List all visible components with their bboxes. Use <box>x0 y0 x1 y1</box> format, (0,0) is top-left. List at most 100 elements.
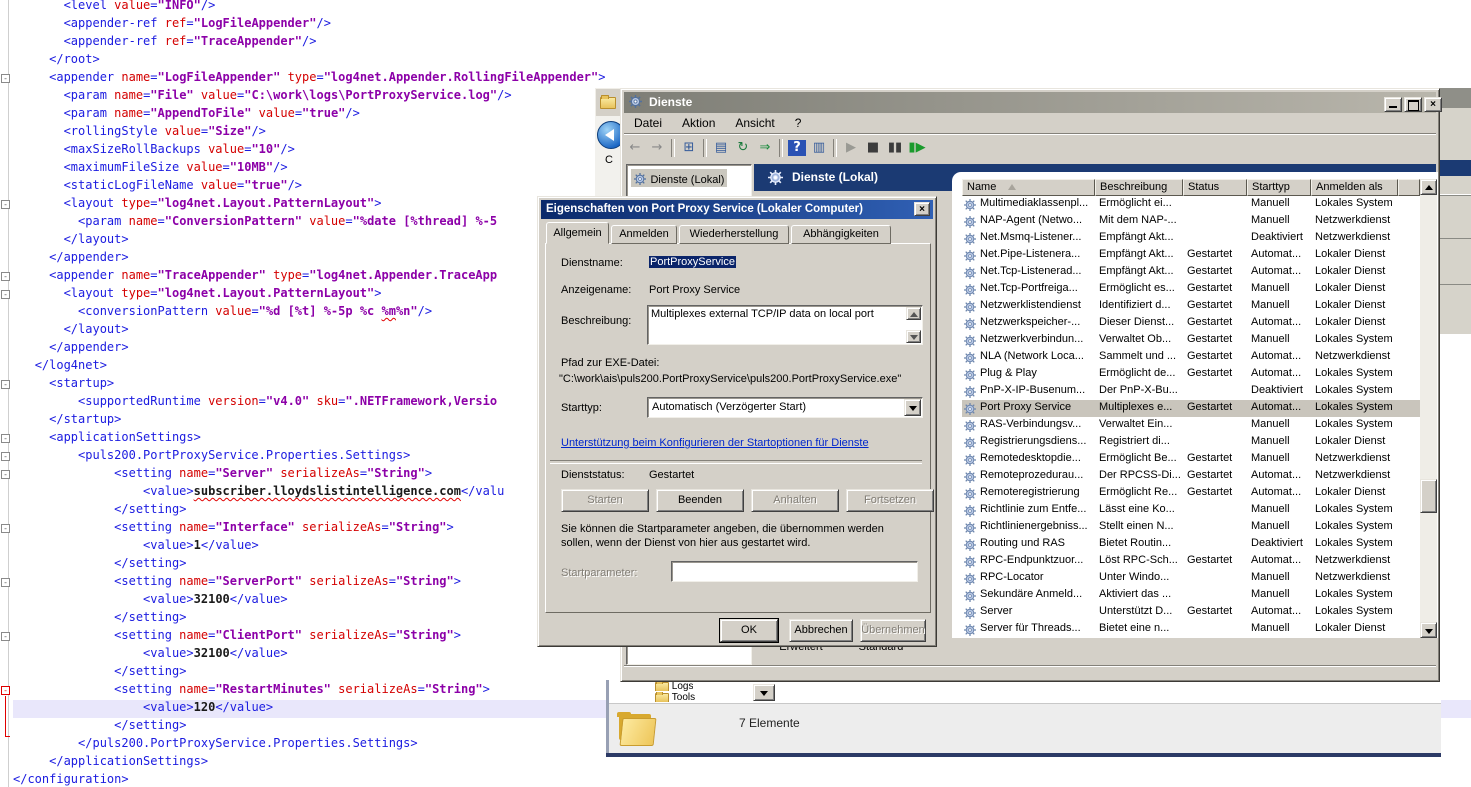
cell: Netzwerkverbindun... <box>980 333 1095 345</box>
stop-service-icon[interactable]: ■ <box>862 138 884 158</box>
scroll-thumb[interactable] <box>1420 479 1437 513</box>
column-header-status[interactable]: Status <box>1183 179 1247 196</box>
menu-ansicht[interactable]: Ansicht <box>725 113 784 133</box>
beenden-button[interactable]: Beenden <box>656 489 744 512</box>
service-row-plug-play[interactable]: Plug & PlayErmöglicht de...GestartetAuto… <box>962 366 1420 383</box>
cell: Multiplexes e... <box>1099 401 1183 413</box>
fold-toggle[interactable]: - <box>1 452 10 461</box>
services-titlebar[interactable]: Dienste × <box>624 92 1436 113</box>
fold-toggle[interactable]: - <box>1 434 10 443</box>
service-row-net-tcp-portfreiga[interactable]: Net.Tcp-Portfreiga...Ermöglicht es...Ges… <box>962 281 1420 298</box>
column-header-beschreibung[interactable]: Beschreibung <box>1095 179 1183 196</box>
dialog-tab-anmelden[interactable]: Anmelden <box>611 225 677 244</box>
fold-toggle-changed[interactable]: - <box>1 686 10 695</box>
service-row-remotedesktopdie[interactable]: Remotedesktopdie...Ermöglicht Be...Gesta… <box>962 451 1420 468</box>
gear-icon <box>964 369 976 381</box>
service-row-sekund-re-anmeld[interactable]: Sekundäre Anmeld...Aktiviert das ...Manu… <box>962 587 1420 604</box>
close-button[interactable]: × <box>1424 97 1442 112</box>
dialog-close-button[interactable]: × <box>914 202 930 216</box>
service-row-richtlinienergebniss[interactable]: Richtlinienergebniss...Stellt einen N...… <box>962 519 1420 536</box>
fold-toggle[interactable]: - <box>1 74 10 83</box>
pause-service-icon[interactable]: ▮▮ <box>884 138 906 158</box>
service-row-server[interactable]: ServerUnterstützt D...GestartetAutomat..… <box>962 604 1420 621</box>
column-header-anmelden-als[interactable]: Anmelden als <box>1311 179 1398 196</box>
fold-toggle[interactable]: - <box>1 470 10 479</box>
service-row-richtlinie-zum-entfe[interactable]: Richtlinie zum Entfe...Lässt eine Ko...M… <box>962 502 1420 519</box>
dialog-tab-abhängigkeiten[interactable]: Abhängigkeiten <box>791 225 891 244</box>
description-scroll-up[interactable] <box>906 307 921 320</box>
cell: Empfängt Akt... <box>1099 265 1183 277</box>
service-row-rpc-endpunktzuor[interactable]: RPC-Endpunktzuor...Löst RPC-Sch...Gestar… <box>962 553 1420 570</box>
abbrechen-button[interactable]: Abbrechen <box>789 619 853 642</box>
forward-icon[interactable]: → <box>646 138 668 158</box>
show-console-tree-icon[interactable]: ⊞ <box>678 138 700 158</box>
status-strip <box>624 665 1436 679</box>
description-scroll-down[interactable] <box>906 330 921 343</box>
service-row-net-tcp-listenerad[interactable]: Net.Tcp-Listenerad...Empfängt Akt...Gest… <box>962 264 1420 281</box>
ok-button[interactable]: OK <box>720 619 778 642</box>
service-row-server-f-r-threads[interactable]: Server für Threads...Bietet eine n...Man… <box>962 621 1420 638</box>
combo-dropdown-button[interactable] <box>753 684 775 701</box>
scroll-down-button[interactable] <box>1420 622 1437 638</box>
service-row-rpc-locator[interactable]: RPC-LocatorUnter Windo...ManuellNetzwerk… <box>962 570 1420 587</box>
file-list-row[interactable]: Tools <box>655 692 695 702</box>
fold-toggle[interactable]: - <box>1 200 10 209</box>
cell: Gestartet <box>1187 282 1247 294</box>
extended-view-icon[interactable]: ▥ <box>808 138 830 158</box>
service-row-netzwerkspeicher[interactable]: Netzwerkspeicher-...Dieser Dienst...Gest… <box>962 315 1420 332</box>
menu-aktion[interactable]: Aktion <box>672 113 725 133</box>
service-row-routing-und-ras[interactable]: Routing und RASBietet Routin...Deaktivie… <box>962 536 1420 553</box>
service-row-pnp-x-ip-busenum[interactable]: PnP-X-IP-Busenum...Der PnP-X-Bu...Deakti… <box>962 383 1420 400</box>
explorer-titlebar-fragment[interactable] <box>595 88 622 117</box>
startparameter-input[interactable] <box>671 561 918 582</box>
scroll-up-button[interactable] <box>1420 179 1437 195</box>
minimize-button[interactable] <box>1384 97 1402 112</box>
dienstname-value[interactable]: PortProxyService <box>649 256 736 268</box>
back-icon[interactable]: ← <box>624 138 646 158</box>
service-row-multimediaklassenpl[interactable]: Multimediaklassenpl...Ermöglicht ei...Ma… <box>962 196 1420 213</box>
service-row-nap-agent-netwo[interactable]: NAP-Agent (Netwo...Mit dem NAP-...Manuel… <box>962 213 1420 230</box>
column-header-filler[interactable] <box>1398 179 1420 196</box>
dialog-tab-allgemein[interactable]: Allgemein <box>546 222 609 244</box>
cell: Automat... <box>1251 401 1311 413</box>
column-header-name[interactable]: Name <box>962 179 1095 196</box>
menu-datei[interactable]: Datei <box>624 113 672 133</box>
service-row-netzwerkverbindun[interactable]: Netzwerkverbindun...Verwaltet Ob...Gesta… <box>962 332 1420 349</box>
properties-icon[interactable]: ▤ <box>710 138 732 158</box>
service-row-net-pipe-listenera[interactable]: Net.Pipe-Listenera...Empfängt Akt...Gest… <box>962 247 1420 264</box>
column-header-starttyp[interactable]: Starttyp <box>1247 179 1311 196</box>
file-list-row[interactable]: Logs <box>655 681 693 691</box>
maximize-button[interactable] <box>1404 97 1422 112</box>
menu-?[interactable]: ? <box>785 113 812 133</box>
fold-toggle[interactable]: - <box>1 380 10 389</box>
service-row-remoteprozedurau[interactable]: Remoteprozedurau...Der RPCSS-Di...Gestar… <box>962 468 1420 485</box>
fold-toggle[interactable]: - <box>1 290 10 299</box>
service-row-nla-network-loca[interactable]: NLA (Network Loca...Sammelt und ...Gesta… <box>962 349 1420 366</box>
startoptions-help-link[interactable]: Unterstützung beim Konfigurieren der Sta… <box>561 437 869 449</box>
combobox-arrow[interactable] <box>904 399 921 416</box>
service-row-ras-verbindungsv[interactable]: RAS-Verbindungsv...Verwaltet Ein...Manue… <box>962 417 1420 434</box>
starttyp-combobox[interactable]: Automatisch (Verzögerter Start) <box>647 397 923 418</box>
service-row-net-msmq-listener[interactable]: Net.Msmq-Listener...Empfängt Akt...Deakt… <box>962 230 1420 247</box>
restart-service-icon[interactable]: ▮▶ <box>906 138 928 158</box>
service-row-netzwerklistendienst[interactable]: NetzwerklistendienstIdentifiziert d...Ge… <box>962 298 1420 315</box>
fold-toggle[interactable]: - <box>1 578 10 587</box>
start-service-icon[interactable]: ▶ <box>840 138 862 158</box>
gear-icon <box>964 607 976 619</box>
tree-item-dienste-lokal[interactable]: Dienste (Lokal) <box>631 169 727 187</box>
fold-toggle[interactable]: - <box>1 632 10 641</box>
service-row-port-proxy-service[interactable]: Port Proxy ServiceMultiplexes e...Gestar… <box>962 400 1420 417</box>
fold-toggle[interactable]: - <box>1 272 10 281</box>
beschreibung-textbox[interactable]: Multiplexes external TCP/IP data on loca… <box>647 305 923 345</box>
dialog-tab-wiederherstellung[interactable]: Wiederherstellung <box>679 225 789 244</box>
refresh-icon[interactable]: ↻ <box>732 138 754 158</box>
export-list-icon[interactable]: ⇒ <box>754 138 776 158</box>
service-row-registrierungsdiens[interactable]: Registrierungsdiens...Registriert di...M… <box>962 434 1420 451</box>
dialog-titlebar[interactable]: Eigenschaften von Port Proxy Service (Lo… <box>541 200 933 219</box>
help-icon[interactable]: ? <box>788 140 806 156</box>
vertical-scrollbar[interactable] <box>1420 179 1437 638</box>
cell: Ermöglicht Re... <box>1099 486 1183 498</box>
service-row-remoteregistrierung[interactable]: RemoteregistrierungErmöglicht Re...Gesta… <box>962 485 1420 502</box>
cell: Richtlinie zum Entfe... <box>980 503 1095 515</box>
fold-toggle[interactable]: - <box>1 524 10 533</box>
